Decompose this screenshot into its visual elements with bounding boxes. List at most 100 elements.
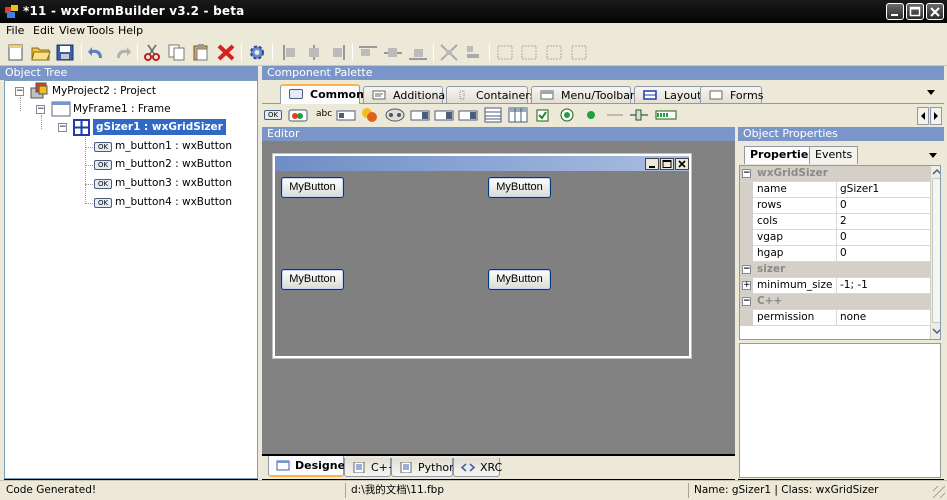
align-center-v-icon[interactable]: [383, 43, 403, 62]
frame-close-button[interactable]: [675, 158, 689, 170]
property-value[interactable]: none: [840, 310, 866, 325]
menu-edit[interactable]: Edit: [33, 24, 54, 37]
align-bottom-icon[interactable]: [408, 43, 428, 62]
scroll-down-icon[interactable]: [932, 327, 941, 335]
expand-icon[interactable]: [439, 43, 459, 62]
category-cpp[interactable]: − C++: [740, 294, 930, 310]
collapse-category-toggle[interactable]: −: [742, 265, 751, 274]
delete-icon[interactable]: [216, 43, 236, 62]
gauge-icon[interactable]: [655, 107, 677, 123]
align-left-icon[interactable]: [280, 43, 300, 62]
cut-icon[interactable]: [142, 43, 162, 62]
radio-button-icon[interactable]: [557, 107, 577, 123]
tab-events[interactable]: Events: [809, 146, 859, 164]
list-ctrl-icon[interactable]: [458, 107, 478, 123]
category-wxgridsizer[interactable]: − wxGridSizer: [740, 166, 930, 182]
maximize-button[interactable]: [906, 3, 924, 20]
save-icon[interactable]: [55, 43, 75, 62]
property-value[interactable]: gSizer1: [840, 182, 879, 197]
expand-property-toggle[interactable]: +: [742, 281, 751, 290]
scrollbar-thumb[interactable]: [932, 178, 940, 323]
property-row-minimum-size[interactable]: + minimum_size -1; -1: [740, 278, 930, 294]
palette-scroll-left[interactable]: [917, 107, 929, 125]
border-top-icon[interactable]: [544, 43, 564, 62]
my-button-4[interactable]: MyButton: [488, 269, 551, 290]
tab-forms[interactable]: Forms: [700, 86, 763, 103]
property-row-rows[interactable]: rows 0: [740, 198, 930, 214]
property-grid-scrollbar[interactable]: [930, 166, 941, 339]
static-line-icon[interactable]: [605, 107, 625, 123]
tab-common[interactable]: Common: [280, 84, 364, 104]
tree-node-button2[interactable]: m_button2 : wxButton: [115, 156, 232, 172]
tree-node-frame[interactable]: MyFrame1 : Frame: [73, 101, 171, 117]
list-box-icon[interactable]: [434, 107, 454, 123]
my-button-2[interactable]: MyButton: [488, 177, 551, 198]
property-row-permission[interactable]: permission none: [740, 310, 930, 326]
align-top-icon[interactable]: [358, 43, 378, 62]
generate-code-icon[interactable]: [247, 43, 267, 62]
collapse-category-toggle[interactable]: −: [742, 169, 751, 178]
my-button-1[interactable]: MyButton: [281, 177, 344, 198]
scroll-up-icon[interactable]: [932, 168, 941, 176]
table-icon[interactable]: [508, 107, 528, 123]
tree-node-button3[interactable]: m_button3 : wxButton: [115, 175, 232, 191]
collapse-project-toggle[interactable]: −: [15, 87, 24, 96]
copy-icon[interactable]: [167, 43, 187, 62]
collapse-category-toggle[interactable]: −: [742, 297, 751, 306]
collapse-frame-toggle[interactable]: −: [36, 105, 45, 114]
close-button[interactable]: [926, 3, 944, 20]
bitmap-icon[interactable]: [360, 107, 380, 123]
frame-maximize-button[interactable]: [660, 158, 674, 170]
my-button-3[interactable]: MyButton: [281, 269, 344, 290]
tree-node-button4[interactable]: m_button4 : wxButton: [115, 194, 232, 210]
menu-view[interactable]: View: [59, 24, 85, 37]
border-right-icon[interactable]: [519, 43, 539, 62]
tree-node-button1[interactable]: m_button1 : wxButton: [115, 138, 232, 154]
new-project-icon[interactable]: [6, 43, 26, 62]
property-row-vgap[interactable]: vgap 0: [740, 230, 930, 246]
property-value[interactable]: 2: [840, 214, 847, 229]
property-row-name[interactable]: name gSizer1: [740, 182, 930, 198]
property-row-cols[interactable]: cols 2: [740, 214, 930, 230]
tree-node-sizer-selected[interactable]: gSizer1 : wxGridSizer: [93, 119, 226, 135]
property-value[interactable]: 0: [840, 230, 847, 245]
property-value[interactable]: 0: [840, 246, 847, 261]
tab-xrc[interactable]: XRC: [453, 458, 502, 477]
tree-node-project[interactable]: MyProject2 : Project: [52, 83, 156, 99]
menu-file[interactable]: File: [6, 24, 24, 37]
slider-icon[interactable]: [629, 107, 649, 123]
tab-python[interactable]: Python: [391, 458, 456, 477]
radio-button-small-icon[interactable]: [581, 107, 601, 123]
frame-minimize-button[interactable]: [645, 158, 659, 170]
tab-menu-toolbar[interactable]: Menu/Toolbar: [531, 86, 635, 103]
static-text-icon[interactable]: abc: [316, 109, 332, 119]
designer-frame[interactable]: MyButton MyButton MyButton MyButton: [272, 153, 692, 359]
tab-dropdown-icon[interactable]: [926, 88, 936, 96]
property-row-hgap[interactable]: hgap 0: [740, 246, 930, 262]
palette-scroll-right[interactable]: [930, 107, 942, 125]
object-tree[interactable]: − MyProject2 : Project − MyFrame1 : Fram…: [4, 80, 258, 479]
grid-icon[interactable]: [483, 107, 503, 123]
menu-tools[interactable]: Tools: [87, 24, 114, 37]
paste-icon[interactable]: [191, 43, 211, 62]
open-icon[interactable]: [31, 43, 51, 62]
choice-icon[interactable]: [410, 107, 430, 123]
collapse-sizer-toggle[interactable]: −: [58, 123, 67, 132]
property-value[interactable]: -1; -1: [840, 278, 868, 293]
tab-designer[interactable]: Designer: [268, 456, 351, 477]
border-left-icon[interactable]: [495, 43, 515, 62]
combo-box-icon[interactable]: [385, 107, 405, 123]
stretch-icon[interactable]: [463, 43, 483, 62]
resize-grip[interactable]: [933, 486, 945, 498]
bitmap-button-icon[interactable]: [288, 107, 308, 123]
tab-additional[interactable]: Additional: [363, 86, 448, 103]
properties-dropdown-icon[interactable]: [928, 151, 938, 159]
tab-cpp[interactable]: C++: [344, 458, 397, 477]
text-ctrl-icon[interactable]: [336, 107, 356, 123]
border-bottom-icon[interactable]: [569, 43, 589, 62]
menu-help[interactable]: Help: [118, 24, 143, 37]
tab-layout[interactable]: Layout: [634, 86, 706, 103]
property-value[interactable]: 0: [840, 198, 847, 213]
align-center-h-icon[interactable]: [304, 43, 324, 62]
undo-icon[interactable]: [87, 43, 107, 62]
